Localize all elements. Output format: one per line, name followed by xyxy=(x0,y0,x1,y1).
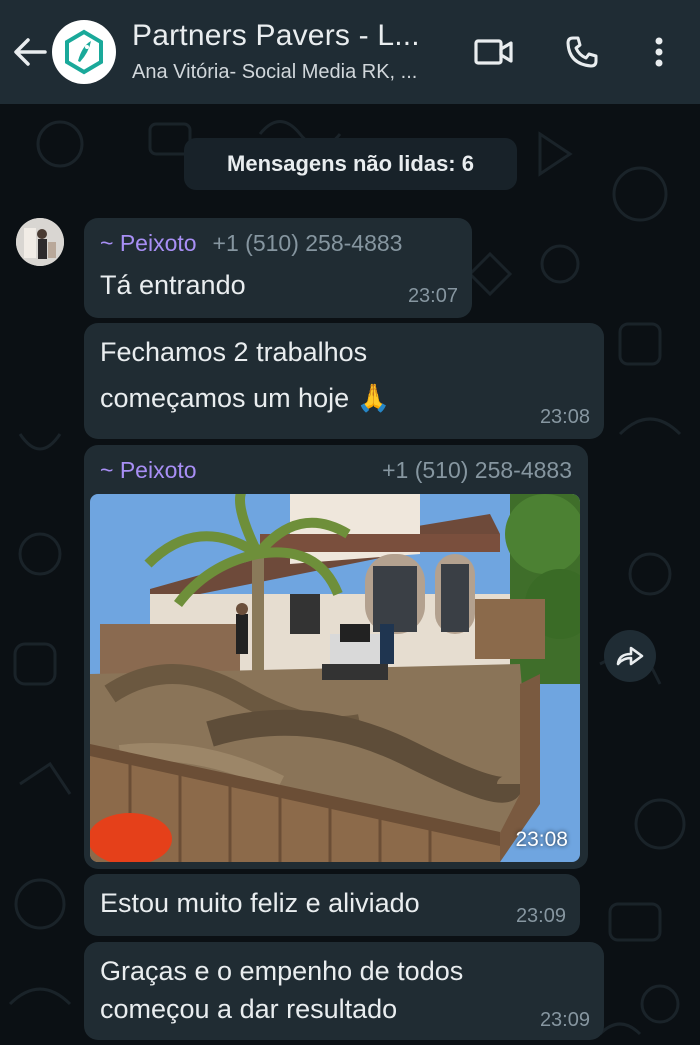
message-text-line2: começamos um hoje 🙏 xyxy=(100,383,391,413)
more-options-icon xyxy=(655,37,663,67)
message-bubble[interactable]: Fechamos 2 trabalhos começamos um hoje 🙏… xyxy=(84,323,604,439)
message-text-line1: Fechamos 2 trabalhos xyxy=(100,337,368,367)
group-avatar[interactable] xyxy=(52,20,116,84)
sender-phone: +1 (510) 258-4883 xyxy=(382,457,572,483)
yard-photo xyxy=(90,494,580,862)
sender-name[interactable]: ~ Peixoto xyxy=(100,457,197,484)
phone-icon xyxy=(566,36,598,68)
header-title-block[interactable]: Partners Pavers - L... Ana Vitória- Soci… xyxy=(132,18,452,84)
forward-icon xyxy=(616,646,644,666)
group-participants: Ana Vitória- Social Media RK, ... xyxy=(132,61,418,83)
message-text-line2: começou a dar resultado xyxy=(100,994,398,1024)
message-photo[interactable]: 23:08 xyxy=(90,494,580,862)
unread-messages-pill: Mensagens não lidas: 6 xyxy=(184,138,517,190)
sender-avatar-photo xyxy=(16,218,64,266)
video-call-button[interactable] xyxy=(472,30,516,74)
forward-button[interactable] xyxy=(604,630,656,682)
sender-name[interactable]: ~ Peixoto xyxy=(100,230,197,257)
message-bubble[interactable]: ~ Peixoto +1 (510) 258-4883 Tá entrando … xyxy=(84,218,472,318)
video-call-icon xyxy=(474,39,513,65)
more-options-button[interactable] xyxy=(637,30,681,74)
sender-avatar[interactable] xyxy=(16,218,64,266)
sender-row: ~ Peixoto +1 (510) 258-4883 xyxy=(100,457,572,484)
chat-header: Partners Pavers - L... Ana Vitória- Soci… xyxy=(0,0,700,104)
message-time: 23:09 xyxy=(515,905,566,927)
message-bubble[interactable]: Graças e o empenho de todos começou a da… xyxy=(84,942,604,1040)
sender-phone: +1 (510) 258-4883 xyxy=(212,230,403,256)
message-time: 23:08 xyxy=(539,406,590,428)
message-text: Estou muito feliz e aliviado xyxy=(100,888,420,918)
message-time: 23:09 xyxy=(539,1009,590,1031)
unread-label: Mensagens não lidas: 6 xyxy=(227,151,474,176)
voice-call-button[interactable] xyxy=(560,30,604,74)
message-text: Tá entrando xyxy=(100,270,246,300)
message-time: 23:07 xyxy=(407,285,458,307)
back-button[interactable] xyxy=(10,32,50,72)
photo-time: 23:08 xyxy=(515,828,568,851)
group-logo-icon xyxy=(57,25,111,79)
sender-row: ~ Peixoto +1 (510) 258-4883 xyxy=(100,230,402,257)
group-title: Partners Pavers - L... xyxy=(132,19,420,52)
message-bubble[interactable]: Estou muito feliz e aliviado 23:09 xyxy=(84,874,580,936)
back-arrow-icon xyxy=(14,38,47,66)
